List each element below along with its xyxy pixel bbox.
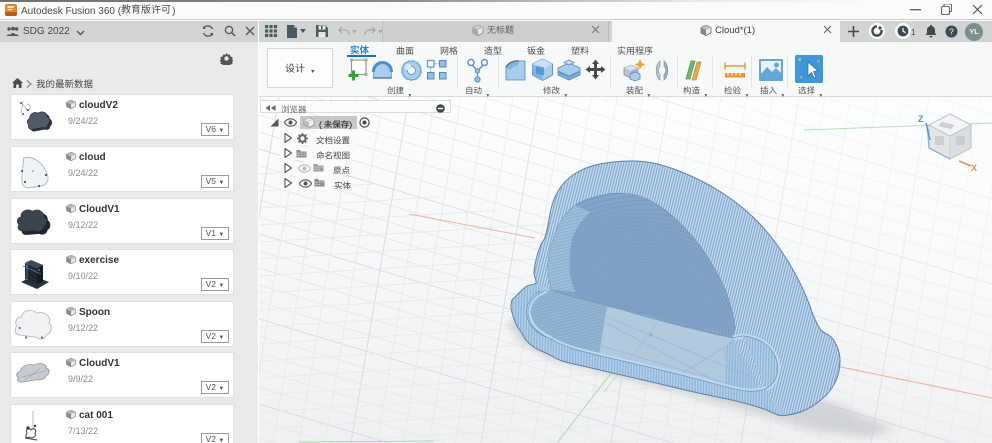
svg-text:(: ( xyxy=(319,120,322,129)
svg-text:X: X xyxy=(971,163,977,173)
svg-text:?: ? xyxy=(949,26,954,36)
svg-text:): ) xyxy=(349,120,352,129)
svg-text:Z: Z xyxy=(918,114,924,124)
